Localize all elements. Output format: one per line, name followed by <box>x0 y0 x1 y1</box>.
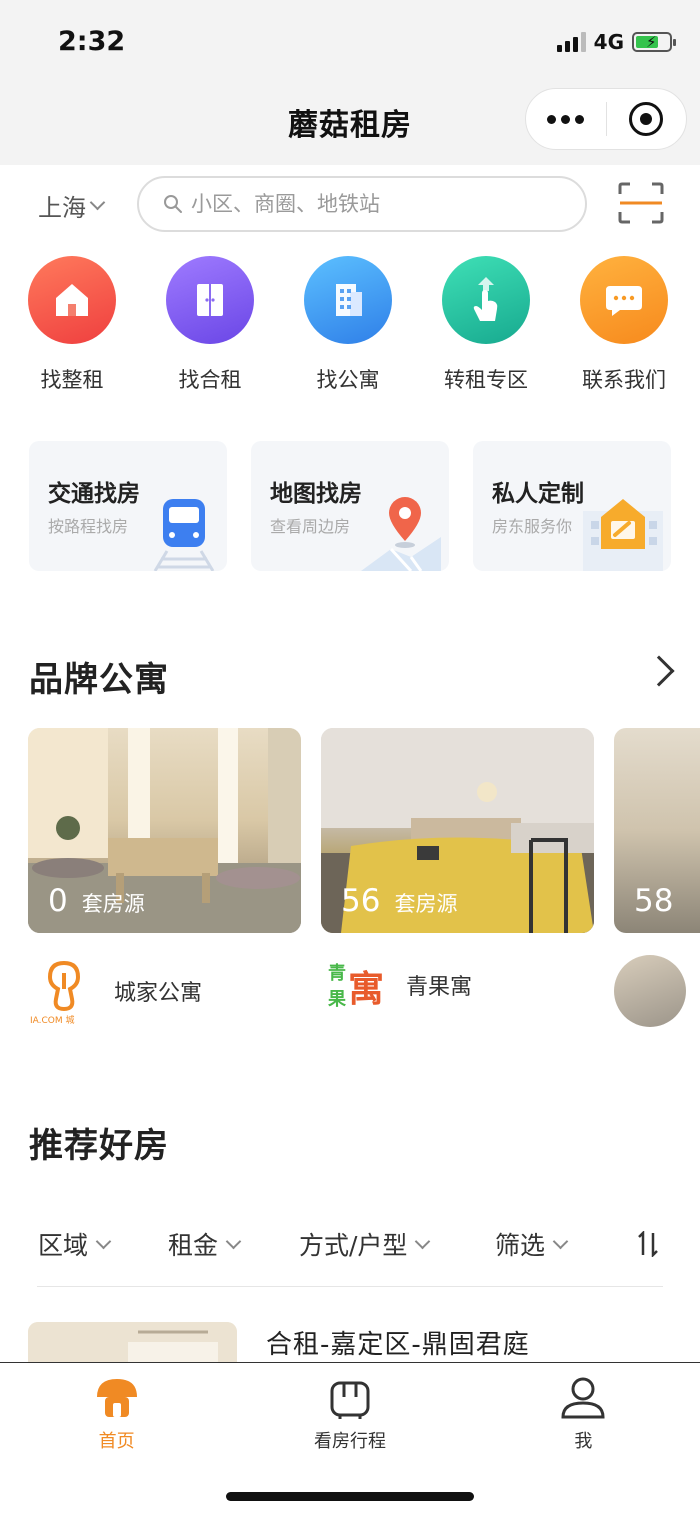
chevron-right-icon[interactable] <box>643 655 675 687</box>
filter-rent[interactable]: 租金 <box>168 1226 299 1262</box>
brand-card-chengjia[interactable]: 0 套房源 <box>28 728 301 933</box>
count-value: 0 <box>48 883 68 919</box>
card-subtitle: 房东服务你 <box>492 517 573 536</box>
count-value: 58 <box>634 883 674 919</box>
map-search-card[interactable]: 地图找房 查看周边房 <box>251 441 449 571</box>
brand-info-qingguoyu[interactable]: 青 果 寓 青果寓 <box>328 955 472 1015</box>
filter-more[interactable]: 筛选 <box>495 1226 637 1262</box>
tab-label: 我 <box>574 1431 593 1452</box>
card-title: 交通找房 <box>48 481 140 507</box>
count-unit: 套房源 <box>394 892 458 916</box>
scan-icon[interactable] <box>618 182 664 224</box>
filter-type[interactable]: 方式/户型 <box>299 1226 495 1262</box>
chevron-down-icon <box>225 1233 242 1249</box>
listing-count: 56 套房源 <box>341 883 457 919</box>
count-unit: 套房源 <box>81 892 145 916</box>
map-pin-icon <box>361 497 441 571</box>
building-icon <box>304 256 392 344</box>
svg-text:青: 青 <box>328 963 346 984</box>
svg-text:寓: 寓 <box>348 969 384 1010</box>
search-input[interactable] <box>191 192 571 216</box>
qingguoyu-logo: 青 果 寓 <box>328 963 384 1010</box>
door-icon <box>166 256 254 344</box>
count-value: 56 <box>341 883 381 919</box>
category-grid: 找整租 找合租 找公寓 转租专区 联系我们 <box>0 256 700 394</box>
listing-count: 58 <box>634 883 673 919</box>
filter-label: 区域 <box>38 1231 89 1260</box>
chevron-down-icon <box>89 194 106 211</box>
category-shared-rent[interactable]: 找合租 <box>141 256 279 394</box>
mushroom-home-icon <box>96 1379 137 1417</box>
luggage-icon <box>330 1381 370 1419</box>
category-whole-rent[interactable]: 找整租 <box>3 256 141 394</box>
mini-program-capsule <box>525 88 687 150</box>
card-title: 私人定制 <box>492 481 584 507</box>
card-subtitle: 查看周边房 <box>270 517 351 536</box>
search-bar[interactable] <box>137 176 587 232</box>
user-icon <box>561 1377 605 1419</box>
chat-bubble-icon <box>580 256 668 344</box>
chevron-down-icon <box>552 1233 569 1249</box>
chevron-down-icon <box>415 1233 431 1249</box>
listing-title[interactable]: 合租-嘉定区-鼎固君庭 <box>266 1324 530 1361</box>
search-icon <box>164 195 182 213</box>
brand-info-chengjia[interactable]: IA.COM 城 城家公寓 <box>28 955 202 1027</box>
more-menu-icon[interactable] <box>526 114 606 124</box>
category-label: 找合租 <box>178 368 242 392</box>
card-title: 地图找房 <box>270 481 362 507</box>
tab-me[interactable]: 我 <box>467 1363 700 1516</box>
sort-icon[interactable] <box>637 1231 659 1257</box>
status-time: 2:32 <box>58 26 126 57</box>
category-label: 找公寓 <box>316 368 380 392</box>
category-sublet[interactable]: 转租专区 <box>417 256 555 394</box>
tab-label: 首页 <box>98 1431 135 1452</box>
recommend-section-title: 推荐好房 <box>29 1126 169 1166</box>
filter-bar: 区域 租金 方式/户型 筛选 <box>38 1226 664 1262</box>
filter-area[interactable]: 区域 <box>38 1226 168 1262</box>
network-label: 4G <box>593 30 624 54</box>
chengjia-logo-text: IA.COM 城 <box>30 1015 75 1026</box>
custom-search-card[interactable]: 私人定制 房东服务你 <box>473 441 671 571</box>
train-icon <box>153 499 215 571</box>
brand-card-third[interactable]: 58 <box>614 728 700 933</box>
category-label: 找整租 <box>40 368 104 392</box>
tab-home[interactable]: 首页 <box>0 1363 233 1516</box>
house-icon <box>28 256 116 344</box>
brand-name: 城家公寓 <box>114 981 203 1006</box>
traffic-search-card[interactable]: 交通找房 按路程找房 <box>29 441 227 571</box>
category-contact[interactable]: 联系我们 <box>555 256 693 394</box>
city-selector[interactable]: 上海 <box>38 188 106 223</box>
filter-label: 租金 <box>168 1231 219 1260</box>
chevron-down-icon <box>95 1233 112 1249</box>
brand-logo-third[interactable] <box>614 955 686 1027</box>
category-label: 转租专区 <box>444 368 528 392</box>
hand-pointer-icon <box>442 256 530 344</box>
category-apartment[interactable]: 找公寓 <box>279 256 417 394</box>
home-indicator <box>226 1492 474 1501</box>
brand-section-title: 品牌公寓 <box>29 660 169 700</box>
listing-count: 0 套房源 <box>48 883 145 919</box>
close-miniprogram-icon[interactable] <box>607 102 687 136</box>
battery-icon: ⚡ <box>632 32 676 52</box>
brand-card-qingguoyu[interactable]: 56 套房源 <box>321 728 594 933</box>
filter-label: 方式/户型 <box>299 1231 408 1260</box>
signal-icon <box>556 32 586 52</box>
tab-label: 看房行程 <box>313 1431 386 1452</box>
filter-label: 筛选 <box>495 1231 546 1260</box>
status-indicators: 4G ⚡ <box>556 30 676 54</box>
pencil-house-icon <box>583 499 663 571</box>
card-subtitle: 按路程找房 <box>48 517 129 536</box>
category-label: 联系我们 <box>582 368 666 392</box>
chengjia-logo: IA.COM 城 <box>30 960 81 1026</box>
brand-name: 青果寓 <box>406 975 473 1000</box>
city-label: 上海 <box>38 194 86 222</box>
filter-divider <box>37 1286 663 1287</box>
top-bar: 2:32 4G ⚡ 蘑菇租房 <box>0 0 700 165</box>
svg-text:果: 果 <box>328 989 347 1010</box>
